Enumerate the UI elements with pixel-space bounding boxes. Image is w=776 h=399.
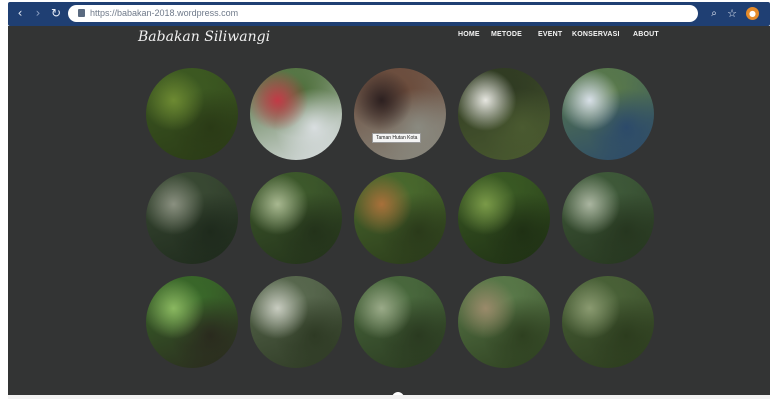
gallery-photo-13[interactable] [354,276,446,368]
gallery-photo-3[interactable] [354,68,446,160]
screenshot-frame: ‹ › ↻ https://babakan-2018.wordpress.com… [0,0,776,399]
gallery-photo-7[interactable] [250,172,342,264]
gallery-photo-2[interactable] [250,68,342,160]
gallery-photo-14[interactable] [458,276,550,368]
browser-toolbar: ‹ › ↻ https://babakan-2018.wordpress.com… [8,2,770,26]
photo-tooltip: Taman Hutan Kota [372,133,422,143]
gallery-photo-11[interactable] [146,276,238,368]
gallery-photo-9[interactable] [458,172,550,264]
profile-avatar-icon[interactable]: ● [746,7,759,20]
gallery-photo-1[interactable] [146,68,238,160]
reload-icon[interactable]: ↻ [48,5,64,21]
forward-arrow-icon[interactable]: › [30,5,46,21]
gallery-photo-15[interactable] [562,276,654,368]
gallery-photo-10[interactable] [562,172,654,264]
gallery-photo-4[interactable] [458,68,550,160]
key-icon[interactable]: ⌕ [706,6,722,22]
gallery-photo-5[interactable] [562,68,654,160]
lock-icon [78,9,85,17]
back-arrow-icon[interactable]: ‹ [12,5,28,21]
gallery-photo-8[interactable] [354,172,446,264]
gallery-photo-6[interactable] [146,172,238,264]
url-text: https://babakan-2018.wordpress.com [90,8,239,18]
star-icon[interactable]: ☆ [724,6,740,22]
photo-gallery-grid [8,26,770,395]
web-page: Babakan Siliwangi HOME METODE EVENT KONS… [8,26,770,398]
address-bar[interactable]: https://babakan-2018.wordpress.com [68,5,698,22]
status-strip [8,395,770,399]
gallery-photo-12[interactable] [250,276,342,368]
